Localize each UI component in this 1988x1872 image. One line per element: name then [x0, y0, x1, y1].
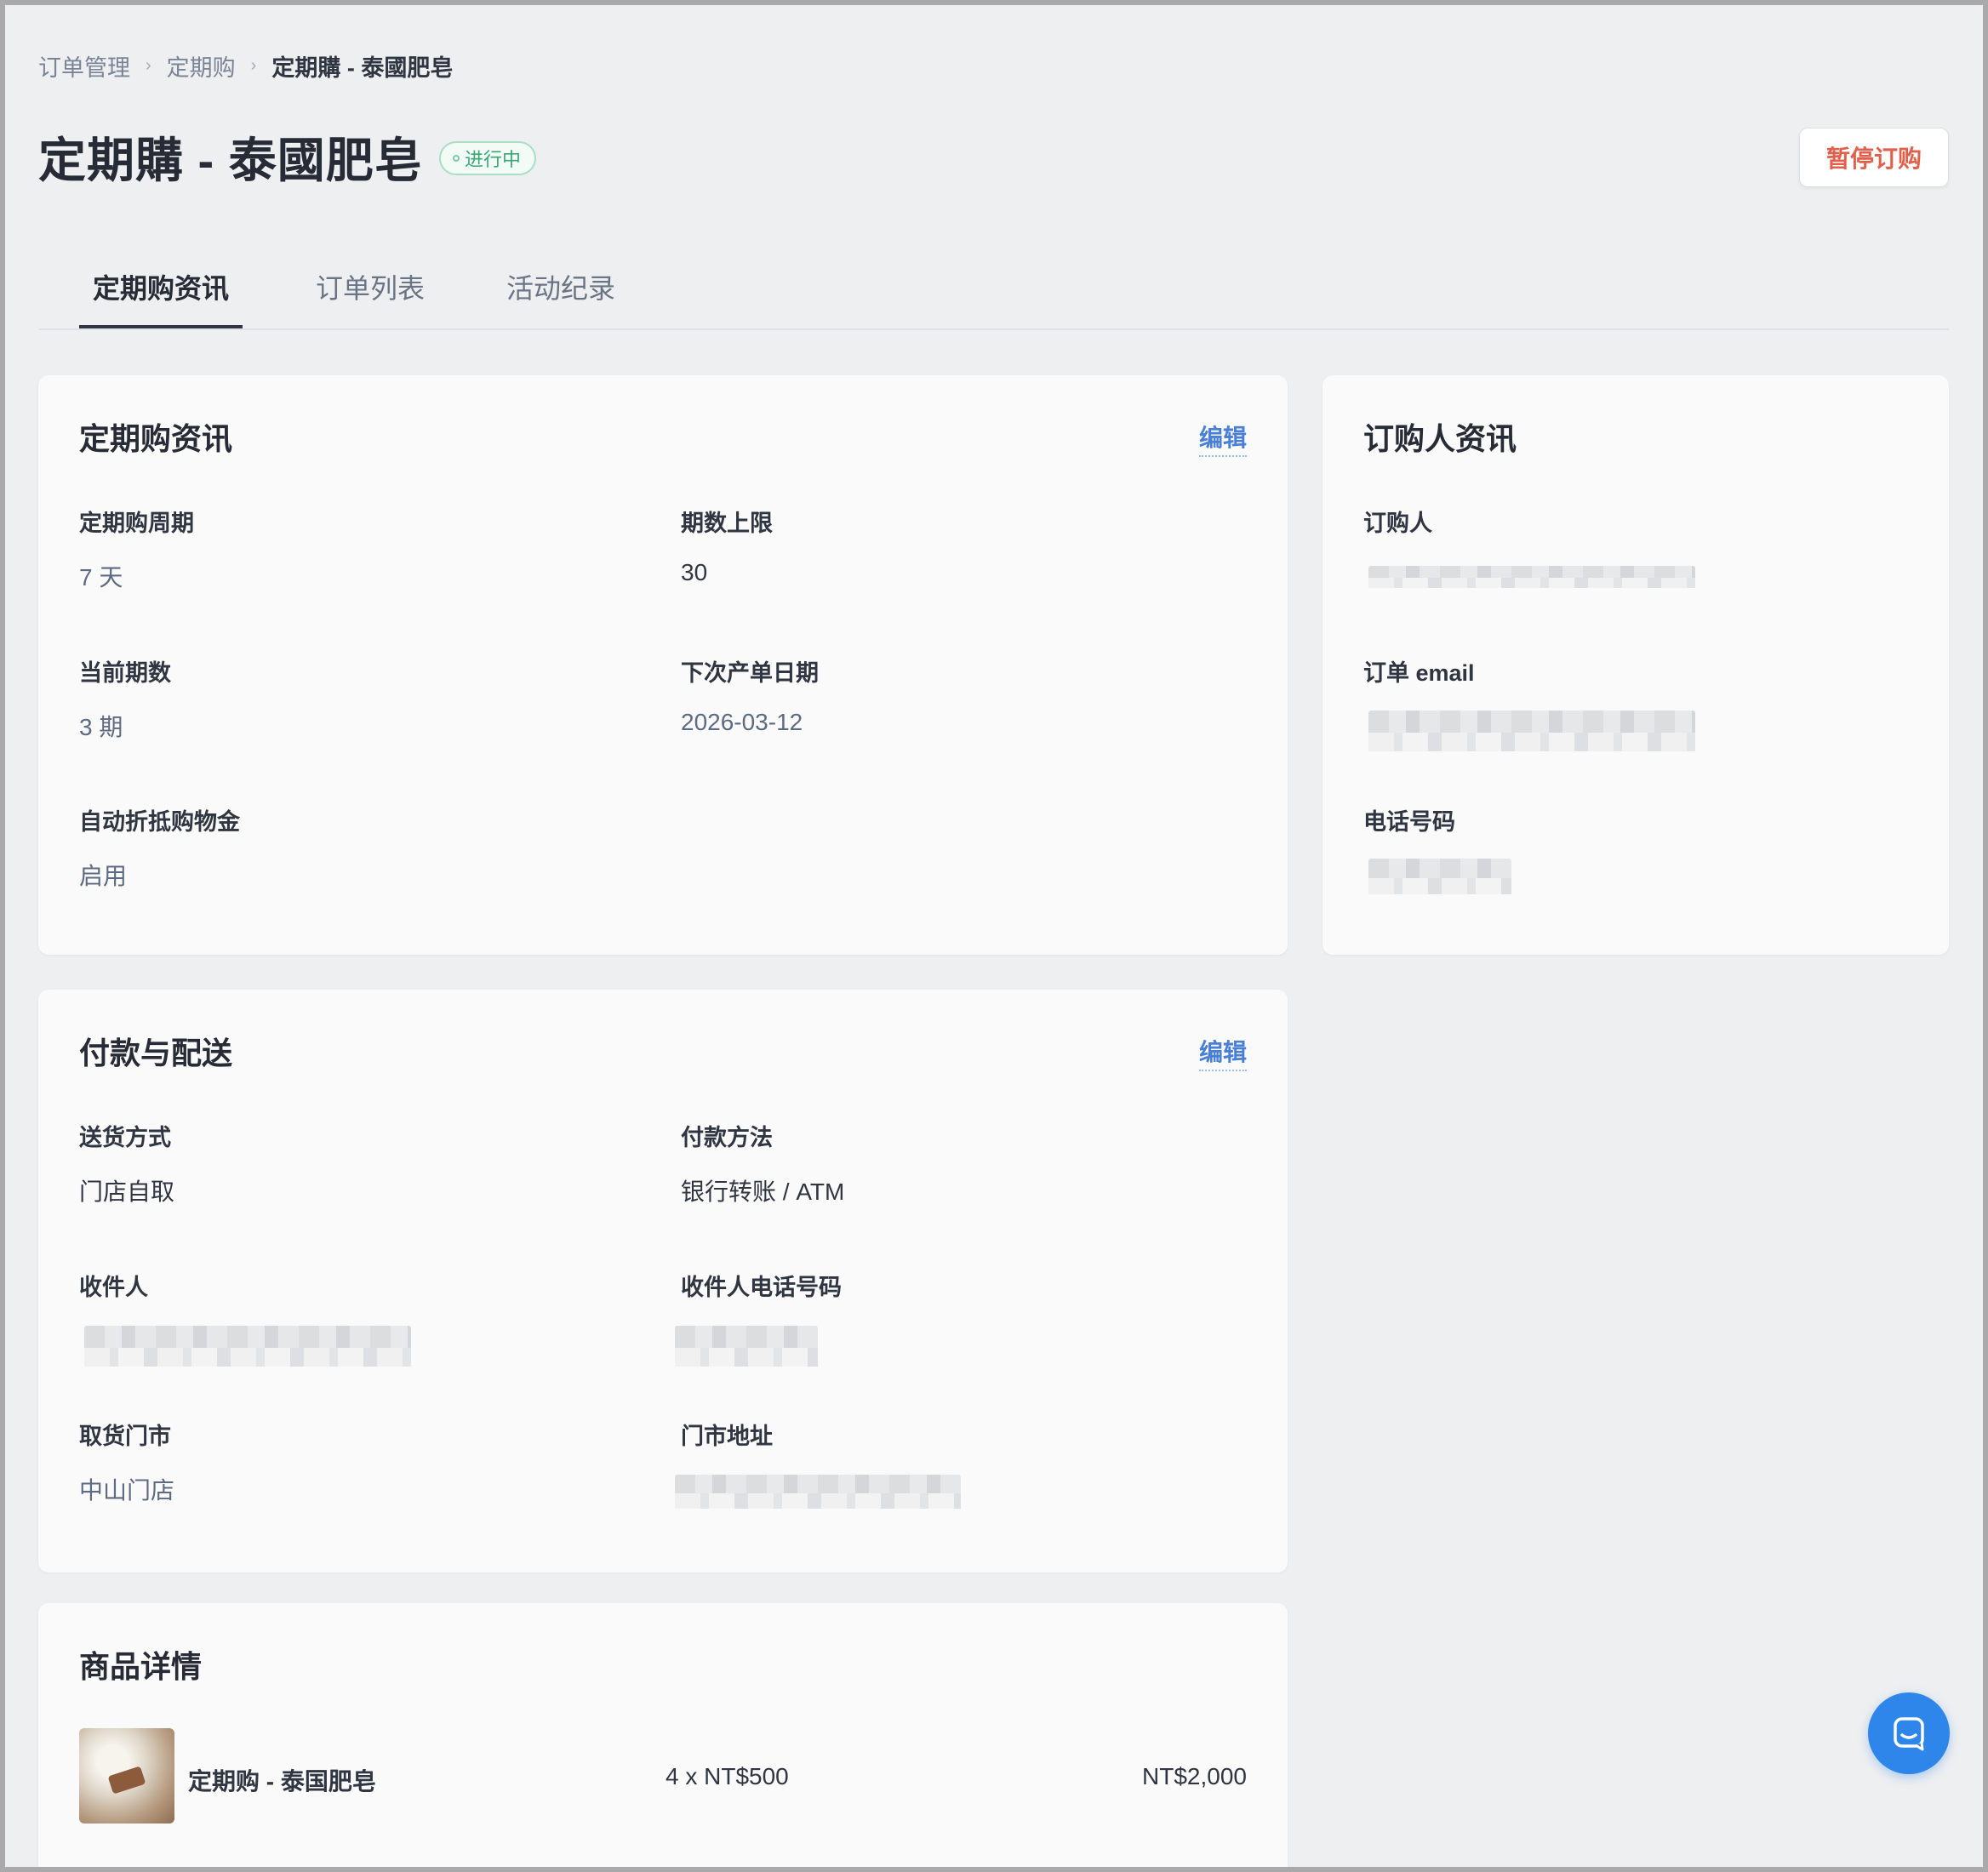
customer-name-redacted: [1368, 566, 1695, 588]
product-details-card: 商品详情 定期购 - 泰国肥皂 4 x NT$500 NT$2,000: [38, 1603, 1288, 1867]
delivery-method-value: 门店自取: [79, 1179, 175, 1205]
chat-icon: [1894, 1717, 1924, 1751]
tab-activity-log[interactable]: 活动纪录: [493, 267, 629, 328]
breadcrumb: 订单管理 › 定期购 › 定期購 - 泰國肥皂: [38, 49, 453, 83]
product-qty-price: 4 x NT$500: [666, 1763, 789, 1789]
product-name[interactable]: 定期购 - 泰国肥皂: [188, 1763, 376, 1797]
current-period-value: 3 期: [79, 714, 123, 740]
customer-email-label: 订单 email: [1363, 660, 1475, 686]
current-period-label: 当前期数: [79, 660, 171, 686]
store-address-label: 门市地址: [681, 1424, 773, 1449]
pickup-store-label: 取货门市: [79, 1424, 171, 1449]
status-badge: 进行中: [439, 141, 537, 175]
limit-value: 30: [681, 559, 708, 585]
status-dot-icon: [453, 155, 460, 162]
next-date-value: 2026-03-12: [681, 709, 803, 735]
customer-phone-label: 电话号码: [1363, 809, 1455, 835]
recipient-redacted: [84, 1326, 411, 1367]
tab-order-list[interactable]: 订单列表: [302, 267, 438, 328]
edit-payment-delivery-link[interactable]: 编辑: [1198, 1034, 1247, 1071]
payment-delivery-card: 付款与配送 编辑 送货方式 门店自取 付款方法 银行转账 / ATM 收件人 收…: [38, 990, 1288, 1572]
recipient-phone-redacted: [675, 1326, 818, 1367]
page-title: 定期購 - 泰國肥皂: [38, 134, 423, 187]
product-thumbnail[interactable]: [79, 1728, 174, 1823]
cycle-label: 定期购周期: [79, 511, 194, 536]
chevron-right-icon: ›: [250, 56, 257, 75]
tab-subscription-info[interactable]: 定期购资讯: [79, 267, 243, 328]
app-frame: 订单管理 › 定期购 › 定期購 - 泰國肥皂 定期購 - 泰國肥皂 进行中 暂…: [5, 5, 1983, 1867]
recipient-phone-label: 收件人电话号码: [681, 1275, 842, 1300]
customer-info-card: 订购人资讯 订购人 订单 email 电话号码: [1322, 375, 1949, 955]
chevron-right-icon: ›: [146, 56, 151, 75]
store-address-redacted: [675, 1475, 961, 1509]
auto-credit-value: 启用: [79, 863, 128, 889]
product-total: NT$2,000: [1142, 1763, 1247, 1789]
customer-phone-redacted: [1368, 859, 1511, 894]
pause-subscription-button[interactable]: 暂停订购: [1799, 128, 1949, 187]
breadcrumb-item-orders[interactable]: 订单管理: [38, 49, 130, 83]
auto-credit-label: 自动折抵购物金: [79, 809, 240, 835]
card-title: 定期购资讯: [79, 421, 233, 456]
recipient-label: 收件人: [79, 1275, 148, 1300]
customer-name-label: 订购人: [1363, 511, 1432, 536]
tab-bar: 定期购资讯 订单列表 活动纪录: [38, 248, 1949, 330]
card-title: 订购人资讯: [1363, 421, 1517, 456]
next-date-label: 下次产单日期: [681, 660, 819, 686]
payment-method-label: 付款方法: [681, 1125, 773, 1150]
subscription-info-card: 定期购资讯 编辑 定期购周期 7 天 期数上限 30 当前期数 3 期 下次产单…: [38, 375, 1288, 955]
card-title: 商品详情: [79, 1649, 203, 1684]
payment-method-value: 银行转账 / ATM: [681, 1179, 845, 1205]
customer-email-redacted: [1368, 711, 1695, 751]
card-title: 付款与配送: [79, 1036, 233, 1070]
pickup-store-value: 中山门店: [79, 1477, 175, 1504]
cycle-value: 7 天: [79, 564, 123, 591]
page-header: 定期購 - 泰國肥皂 进行中 暂停订购: [38, 123, 1949, 191]
breadcrumb-item-subscriptions[interactable]: 定期购: [167, 49, 236, 83]
status-badge-label: 进行中: [465, 149, 522, 170]
breadcrumb-item-current: 定期購 - 泰國肥皂: [271, 55, 454, 81]
delivery-method-label: 送货方式: [79, 1125, 171, 1150]
edit-subscription-link[interactable]: 编辑: [1198, 419, 1247, 457]
chat-button[interactable]: [1868, 1692, 1950, 1774]
limit-label: 期数上限: [681, 511, 773, 536]
